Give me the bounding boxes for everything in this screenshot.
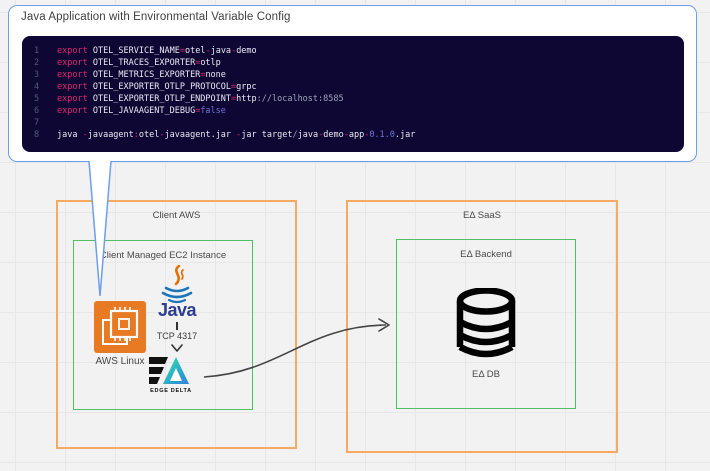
line-number: 8 (22, 129, 48, 141)
code-line: 6 export OTEL_JAVAAGENT_DEBUG=false (22, 105, 684, 117)
code-text: export OTEL_EXPORTER_OTLP_PROTOCOL=grpc (57, 81, 257, 93)
line-number: 7 (22, 117, 48, 129)
code-line: 4 export OTEL_EXPORTER_OTLP_PROTOCOL=grpc (22, 81, 684, 93)
code-text: export OTEL_EXPORTER_OTLP_ENDPOINT=http:… (57, 93, 344, 105)
tcp-port-label: TCP 4317 (142, 331, 212, 341)
java-logo-icon (157, 265, 197, 305)
code-text: export OTEL_JAVAAGENT_DEBUG=false (57, 105, 226, 117)
java-to-edgedelta-line (176, 322, 178, 330)
aws-ec2-icon (94, 301, 146, 353)
edge-delta-logo-label: EDGE DELTA (139, 388, 203, 394)
aws-ec2-chip-icon (94, 301, 146, 353)
saas-label: EΔ SaaS (348, 210, 616, 221)
line-number: 5 (22, 93, 48, 105)
java-logo-label: Java (147, 300, 207, 321)
database-icon (452, 288, 520, 362)
down-arrow-icon (170, 343, 184, 353)
line-number: 2 (22, 57, 48, 69)
ec2-instance-label: Client Managed EC2 Instance (74, 250, 252, 261)
client-aws-label: Client AWS (58, 210, 295, 221)
code-text: export OTEL_METRICS_EXPORTER=none (57, 69, 226, 81)
code-line: 1 export OTEL_SERVICE_NAME=otel-java-demo (22, 45, 684, 57)
line-number: 4 (22, 81, 48, 93)
code-line: 8 java -javaagent:otel-javaagent.jar -jar… (22, 129, 684, 141)
backend-label: EΔ Backend (397, 249, 575, 260)
diagram-canvas: Java Application with Environmental Vari… (0, 0, 710, 471)
code-line: 5 export OTEL_EXPORTER_OTLP_ENDPOINT=http… (22, 93, 684, 105)
db-label: EΔ DB (446, 369, 526, 380)
code-text: export OTEL_SERVICE_NAME=otel-java-demo (57, 45, 257, 57)
edge-delta-logo-icon (149, 356, 189, 385)
line-number: 6 (22, 105, 48, 117)
code-line: 2 export OTEL_TRACES_EXPORTER=otlp (22, 57, 684, 69)
line-number: 3 (22, 69, 48, 81)
code-text: export OTEL_TRACES_EXPORTER=otlp (57, 57, 221, 69)
code-line: 7 (22, 117, 684, 129)
callout-panel: Java Application with Environmental Vari… (8, 5, 697, 162)
code-line: 3 export OTEL_METRICS_EXPORTER=none (22, 69, 684, 81)
aws-linux-label: AWS Linux (84, 356, 156, 367)
code-block: 1 export OTEL_SERVICE_NAME=otel-java-demo… (22, 36, 684, 152)
panel-title: Java Application with Environmental Vari… (21, 11, 291, 23)
code-text: java -javaagent:otel-javaagent.jar -jar … (57, 129, 415, 141)
line-number: 1 (22, 45, 48, 57)
